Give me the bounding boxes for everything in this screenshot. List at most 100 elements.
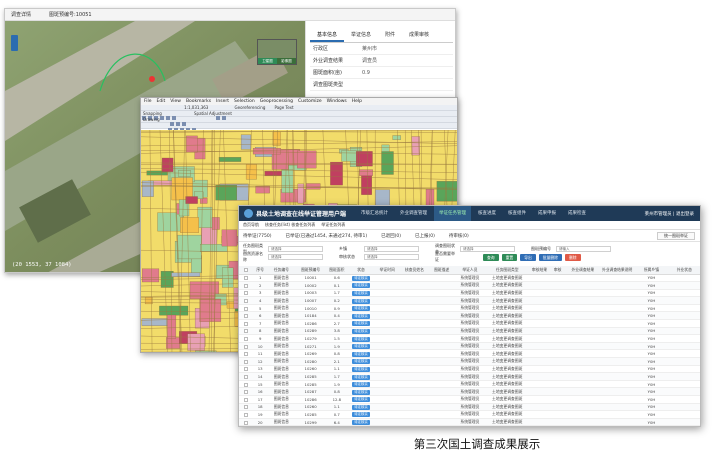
menu-edit[interactable]: Edit bbox=[157, 99, 166, 104]
filter-plot-id-input[interactable]: 请输入 bbox=[556, 246, 611, 252]
menu-file[interactable]: File bbox=[144, 99, 152, 104]
filter-plot-type-select[interactable]: 请选择 bbox=[268, 246, 323, 252]
row-status[interactable]: 待定核实 bbox=[347, 357, 375, 366]
georeferencing-toolbar[interactable]: Georeferencing bbox=[233, 105, 268, 111]
filter-resource-select[interactable]: 请选择 bbox=[268, 254, 323, 260]
row-status[interactable]: 待定核实 bbox=[347, 387, 375, 396]
table-row[interactable]: 10 图斑信息 10271 1.9 待定核实 系统管理员 土地变更调查图斑 Y0H bbox=[239, 342, 700, 351]
table-row[interactable]: 1 图斑信息 10001 0.6 待定核实 系统管理员 土地变更调查图斑 Y0H bbox=[239, 274, 700, 283]
status-tag[interactable]: 待定核实 bbox=[352, 283, 370, 289]
table-row[interactable]: 4 图斑信息 10007 0.2 待定核实 系统管理员 土地变更调查图斑 Y0H bbox=[239, 296, 700, 305]
row-checkbox[interactable] bbox=[239, 357, 254, 366]
table-row[interactable]: 5 图斑信息 10010 0.9 待定核实 系统管理员 土地变更调查图斑 Y0H bbox=[239, 304, 700, 313]
filter-town-select[interactable]: 请选择 bbox=[364, 246, 419, 252]
nav-result-check[interactable]: 成果检查 bbox=[563, 206, 591, 221]
tab-basic-info[interactable]: 基本信息 bbox=[310, 29, 345, 42]
row-status[interactable]: 待定核实 bbox=[347, 281, 375, 290]
delete-button[interactable]: 删除 bbox=[564, 254, 581, 261]
row-checkbox[interactable] bbox=[239, 395, 254, 404]
status-pending[interactable]: 待举证(7750) bbox=[243, 233, 271, 239]
menu-windows[interactable]: Windows bbox=[327, 99, 347, 104]
tab-evidence-info[interactable]: 举证信息 bbox=[344, 29, 378, 42]
status-tag[interactable]: 待定核实 bbox=[352, 389, 370, 395]
menu-bookmarks[interactable]: Bookmarks bbox=[186, 99, 211, 104]
status-tag[interactable]: 待定核实 bbox=[352, 382, 370, 387]
nav-field-survey[interactable]: 外业调查管理 bbox=[395, 206, 432, 221]
row-status[interactable]: 待定核实 bbox=[347, 349, 375, 359]
row-status[interactable]: 待定核实 bbox=[347, 403, 375, 412]
status-submitted[interactable]: 已举证(已通过1454, 未通过274, 待审1) bbox=[285, 233, 367, 239]
row-status[interactable]: 待定核实 bbox=[347, 334, 375, 343]
status-tag[interactable]: 待定核实 bbox=[352, 336, 370, 342]
inset-tab-satellite[interactable]: 卫星图 bbox=[258, 58, 277, 64]
status-tag[interactable]: 待定核实 bbox=[352, 344, 370, 349]
row-status[interactable]: 待定核实 bbox=[347, 311, 375, 321]
table-row[interactable]: 14 图斑信息 10285 1.7 待定核实 系统管理员 土地变更调查图斑 Y0H bbox=[239, 372, 700, 381]
row-checkbox[interactable] bbox=[239, 281, 254, 290]
breadcrumb-task[interactable]: 核查任务(list) 核查任务列表 bbox=[265, 222, 315, 228]
row-checkbox[interactable] bbox=[239, 349, 254, 359]
row-checkbox[interactable] bbox=[239, 403, 254, 412]
breadcrumb-list[interactable]: 举证任务列表 bbox=[321, 222, 345, 228]
table-row[interactable]: 21图斑信息102851.4待定核实 系统管理员土地变更调查图斑 Y0H bbox=[239, 425, 700, 426]
tab-result-review[interactable]: 成果审核 bbox=[402, 29, 436, 42]
status-tag[interactable]: 待定核实 bbox=[352, 275, 370, 281]
table-row[interactable]: 6 图斑信息 10184 0.4 待定核实 系统管理员 土地变更调查图斑 Y0H bbox=[239, 311, 700, 321]
user-info[interactable]: 莱州市管理员 | 退出登录 bbox=[645, 211, 700, 217]
tab-attachments[interactable]: 附件 bbox=[378, 29, 402, 42]
status-tag[interactable]: 待定核实 bbox=[352, 359, 370, 365]
status-returned[interactable]: 已退回(0) bbox=[381, 233, 401, 239]
status-review[interactable]: 待审核(0) bbox=[449, 233, 469, 239]
tab-survey-details[interactable]: 调查详情 bbox=[11, 11, 31, 18]
menu-insert[interactable]: Insert bbox=[216, 99, 229, 104]
row-checkbox[interactable] bbox=[239, 342, 254, 351]
row-status[interactable]: 待定核实 bbox=[347, 327, 375, 336]
status-tag[interactable]: 待定核实 bbox=[352, 321, 370, 327]
query-button[interactable]: 查询 bbox=[483, 254, 499, 261]
table-row[interactable]: 7 图斑信息 10286 2.7 待定核实 系统管理员 土地变更调查图斑 Y0H bbox=[239, 319, 700, 328]
row-checkbox[interactable] bbox=[239, 365, 254, 374]
status-tag[interactable]: 待定核实 bbox=[352, 420, 370, 425]
inset-tab-imagery[interactable]: 影像图 bbox=[277, 58, 296, 64]
table-row[interactable]: 18 图斑信息 10260 1.1 待定核实 系统管理员 土地变更调查图斑 Y0H bbox=[239, 403, 700, 412]
table-row[interactable]: 17 图斑信息 10286 12.8 待定核实 系统管理员 土地变更调查图斑 Y0H bbox=[239, 395, 700, 404]
row-checkbox[interactable] bbox=[239, 274, 254, 283]
reset-button[interactable]: 重置 bbox=[501, 254, 518, 261]
filter-status-select[interactable]: 请选择 bbox=[460, 246, 515, 252]
table-row[interactable]: 13 图斑信息 10260 1.1 待定核实 系统管理员 土地变更调查图斑 Y0H bbox=[239, 365, 700, 374]
menu-help[interactable]: Help bbox=[352, 99, 362, 104]
status-reported[interactable]: 已上报(0) bbox=[415, 233, 435, 239]
export-button[interactable]: 导出 bbox=[520, 254, 536, 261]
status-tag[interactable]: 待定核实 bbox=[352, 404, 370, 410]
row-checkbox[interactable] bbox=[239, 410, 254, 419]
menu-view[interactable]: View bbox=[170, 99, 181, 104]
nav-result-report[interactable]: 成果申报 bbox=[533, 206, 561, 221]
status-tag[interactable]: 待定核实 bbox=[352, 290, 370, 296]
status-tag[interactable]: 待定核实 bbox=[352, 351, 370, 357]
batch-delete-button[interactable]: 批量删除 bbox=[538, 254, 562, 261]
spatial-adjustment-label[interactable]: Spatial Adjustment bbox=[192, 111, 234, 117]
row-checkbox[interactable] bbox=[239, 296, 254, 305]
table-row[interactable]: 11 图斑信息 10269 0.8 待定核实 系统管理员 土地变更调查图斑 Y0H bbox=[239, 349, 700, 359]
row-checkbox[interactable] bbox=[239, 327, 254, 336]
menu-customize[interactable]: Customize bbox=[298, 99, 322, 104]
status-tag[interactable]: 待定核实 bbox=[352, 328, 370, 334]
select-all-checkbox[interactable] bbox=[239, 266, 254, 275]
row-status[interactable]: 待定核实 bbox=[347, 395, 375, 404]
table-row[interactable]: 19 图斑信息 10285 0.7 待定核实 系统管理员 土地变更调查图斑 Y0H bbox=[239, 410, 700, 419]
table-row[interactable]: 8 图斑信息 10289 3.8 待定核实 系统管理员 土地变更调查图斑 Y0H bbox=[239, 327, 700, 336]
table-row[interactable]: 9 图斑信息 10279 1.5 待定核实 系统管理员 土地变更调查图斑 Y0H bbox=[239, 334, 700, 343]
table-row[interactable]: 20 图斑信息 10299 6.4 待定核实 系统管理员 土地变更调查图斑 Y0H bbox=[239, 418, 700, 426]
breadcrumb-home[interactable]: 首页导航 bbox=[243, 222, 259, 228]
unified-evidence-button[interactable]: 统一图斑举证 bbox=[657, 231, 695, 240]
nav-city-statistics[interactable]: 市级汇总统计 bbox=[356, 206, 393, 221]
row-checkbox[interactable] bbox=[239, 304, 254, 313]
nav-check-components[interactable]: 核查组件 bbox=[503, 206, 531, 221]
status-tag[interactable]: 待定核实 bbox=[352, 298, 370, 304]
row-checkbox[interactable] bbox=[239, 380, 254, 389]
status-tag[interactable]: 待定核实 bbox=[352, 313, 370, 319]
status-tag[interactable]: 待定核实 bbox=[352, 374, 370, 380]
nav-evidence-tasks[interactable]: 举证任务管理 bbox=[434, 206, 472, 221]
row-checkbox[interactable] bbox=[239, 418, 254, 426]
table-row[interactable]: 3 图斑信息 10003 1.7 待定核实 系统管理员 土地变更调查图斑 Y0H bbox=[239, 289, 700, 298]
